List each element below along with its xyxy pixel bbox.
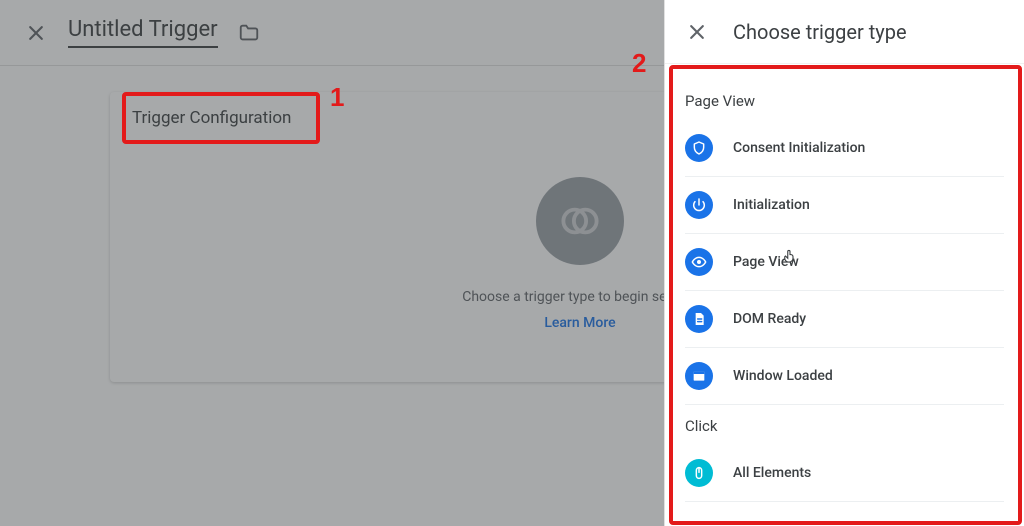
eye-icon	[685, 248, 713, 276]
trigger-type-label: Initialization	[733, 197, 810, 213]
trigger-name-input[interactable]: Untitled Trigger	[68, 17, 218, 48]
cursor-pointer-icon	[781, 246, 799, 266]
trigger-group-label: Click	[685, 417, 1004, 435]
trigger-type-label: Consent Initialization	[733, 140, 865, 156]
folder-icon[interactable]	[238, 22, 260, 44]
trigger-type-option[interactable]: DOM Ready	[685, 291, 1004, 348]
panel-close-icon[interactable]	[685, 20, 709, 44]
trigger-type-label: All Elements	[733, 465, 811, 481]
trigger-type-option[interactable]: Consent Initialization	[685, 120, 1004, 177]
trigger-type-option[interactable]: Initialization	[685, 177, 1004, 234]
trigger-type-label: Window Loaded	[733, 368, 833, 384]
trigger-type-label: DOM Ready	[733, 311, 806, 327]
panel-title: Choose trigger type	[733, 20, 907, 44]
choose-trigger-type-panel: Choose trigger type Page View Consent Ini…	[664, 0, 1024, 526]
trigger-placeholder-icon	[536, 177, 624, 265]
mouse-icon	[685, 459, 713, 487]
trigger-type-option[interactable]: All Elements	[685, 445, 1004, 502]
trigger-type-option[interactable]: Window Loaded	[685, 348, 1004, 405]
shield-icon	[685, 134, 713, 162]
learn-more-link[interactable]: Learn More	[544, 315, 615, 331]
window-icon	[685, 362, 713, 390]
trigger-group-label: Page View	[685, 92, 1004, 110]
panel-header: Choose trigger type	[665, 0, 1024, 64]
card-prompt: Choose a trigger type to begin setup...	[462, 289, 698, 305]
close-icon[interactable]	[24, 21, 48, 45]
panel-body: Page View Consent Initialization Initializ…	[665, 64, 1024, 526]
power-icon	[685, 191, 713, 219]
trigger-type-option[interactable]: Page View	[685, 234, 1004, 291]
doc-icon	[685, 305, 713, 333]
